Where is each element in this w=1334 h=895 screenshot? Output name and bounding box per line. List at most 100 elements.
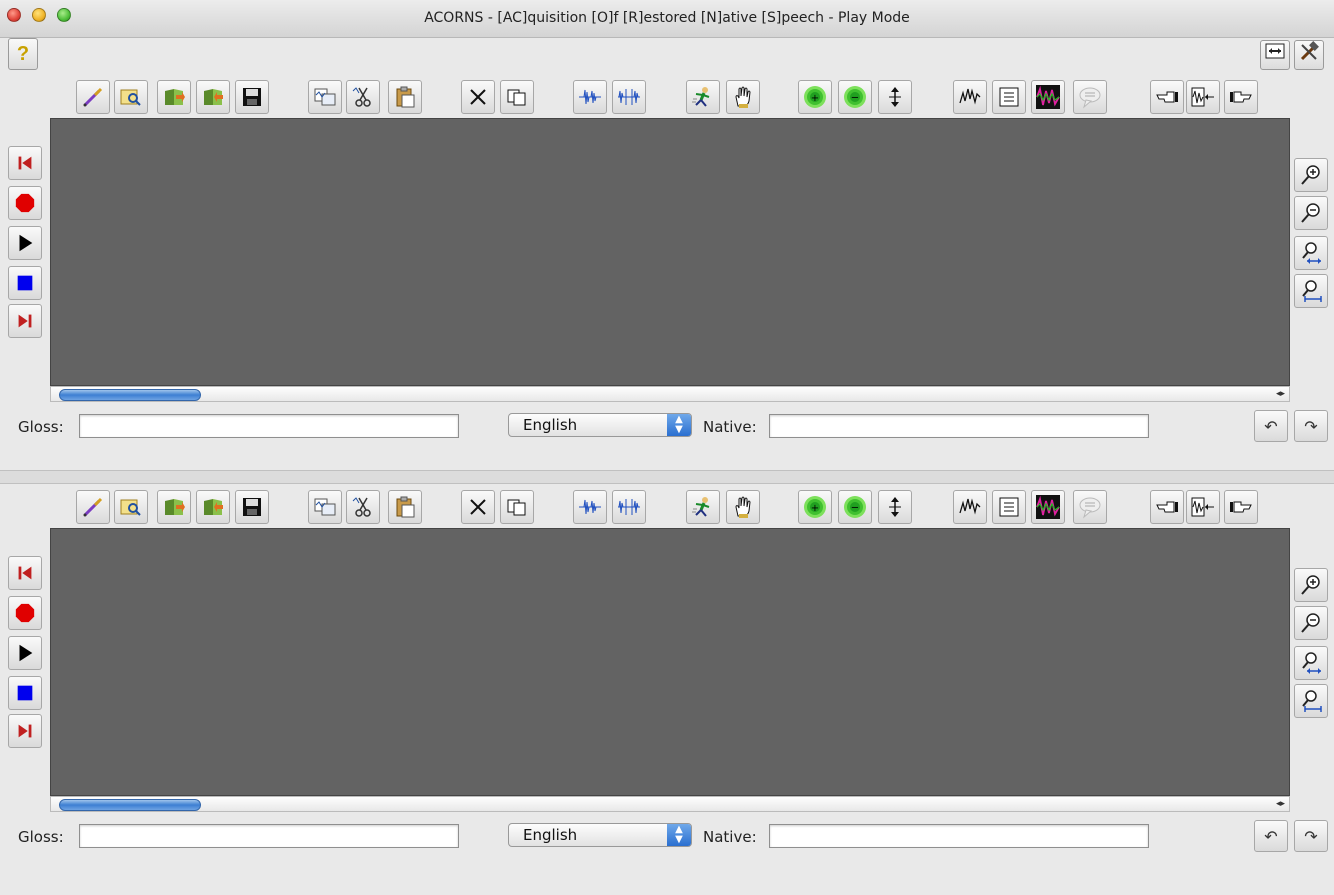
hand-button[interactable] <box>726 80 760 114</box>
cut-audio-button[interactable] <box>346 80 380 114</box>
point-right-button[interactable] <box>1224 80 1258 114</box>
language-select[interactable]: English ▲ ▼ <box>508 413 692 437</box>
point-left-button[interactable] <box>1150 80 1184 114</box>
run-button[interactable] <box>686 490 720 524</box>
gloss-input[interactable] <box>79 414 459 438</box>
zoom-horizontal-button[interactable] <box>1294 236 1328 270</box>
point-right-icon <box>1229 495 1253 519</box>
horizontal-scrollbar[interactable]: ◂▸ <box>50 386 1290 402</box>
import-button[interactable] <box>157 490 191 524</box>
annotation-button[interactable] <box>992 80 1026 114</box>
stop-button[interactable] <box>8 676 42 710</box>
cut-audio-button[interactable] <box>346 490 380 524</box>
tools-button[interactable] <box>1294 40 1324 70</box>
go-end-button[interactable] <box>8 714 42 748</box>
paste-audio-button[interactable] <box>388 80 422 114</box>
speech-bubble-button[interactable] <box>1073 80 1107 114</box>
attenuate-icon: − <box>843 495 867 519</box>
speech-bubble-button[interactable] <box>1073 490 1107 524</box>
go-start-button[interactable] <box>8 556 42 590</box>
gloss-input[interactable] <box>79 824 459 848</box>
point-right-button[interactable] <box>1224 490 1258 524</box>
title-bar: ACORNS - [AC]quisition [O]f [R]estored [… <box>0 0 1334 38</box>
redo-button[interactable]: ↷ <box>1294 410 1328 442</box>
fit-width-button[interactable] <box>1260 40 1290 70</box>
zoom-in-button[interactable] <box>1294 568 1328 602</box>
spectrum-button[interactable] <box>1031 80 1065 114</box>
record-button[interactable] <box>8 596 42 630</box>
zoom-out-button[interactable] <box>1294 196 1328 230</box>
compress-wave-button[interactable] <box>573 80 607 114</box>
waveform-display[interactable] <box>50 118 1290 386</box>
scrollbar-thumb[interactable] <box>59 389 201 401</box>
panel-divider[interactable] <box>0 470 1334 484</box>
find-button[interactable] <box>114 490 148 524</box>
record-button[interactable] <box>8 186 42 220</box>
run-button[interactable] <box>686 80 720 114</box>
clear-button[interactable] <box>76 490 110 524</box>
pitch-button[interactable] <box>953 490 987 524</box>
delete-icon <box>466 495 490 519</box>
stop-icon <box>14 682 36 704</box>
compress-wave-button[interactable] <box>573 490 607 524</box>
help-button[interactable]: ? <box>8 38 38 70</box>
native-input[interactable] <box>769 824 1149 848</box>
zoom-fit-button[interactable] <box>1294 274 1328 308</box>
attenuate-button[interactable]: − <box>838 80 872 114</box>
paste-audio-button[interactable] <box>388 490 422 524</box>
scroll-arrows[interactable]: ◂▸ <box>1276 389 1285 399</box>
attenuate-button[interactable]: − <box>838 490 872 524</box>
spectrum-icon <box>1036 495 1060 519</box>
normalize-button[interactable] <box>878 80 912 114</box>
wave-marker-button[interactable] <box>1186 490 1220 524</box>
normalize-button[interactable] <box>878 490 912 524</box>
wave-marker-button[interactable] <box>1186 80 1220 114</box>
copy-button[interactable] <box>500 490 534 524</box>
scroll-arrows[interactable]: ◂▸ <box>1276 799 1285 809</box>
play-button[interactable] <box>8 636 42 670</box>
redo-button[interactable]: ↷ <box>1294 820 1328 852</box>
expand-wave-button[interactable] <box>612 80 646 114</box>
expand-wave-button[interactable] <box>612 490 646 524</box>
language-select[interactable]: English ▲ ▼ <box>508 823 692 847</box>
spectrum-button[interactable] <box>1031 490 1065 524</box>
find-button[interactable] <box>114 80 148 114</box>
scrollbar-thumb[interactable] <box>59 799 201 811</box>
convert-button[interactable] <box>308 80 342 114</box>
zoom-fit-button[interactable] <box>1294 684 1328 718</box>
delete-button[interactable] <box>461 80 495 114</box>
waveform-display[interactable] <box>50 528 1290 796</box>
save-button[interactable] <box>235 80 269 114</box>
zoom-out-button[interactable] <box>1294 606 1328 640</box>
undo-button[interactable]: ↶ <box>1254 820 1288 852</box>
find-icon <box>119 85 143 109</box>
zoom-horizontal-button[interactable] <box>1294 646 1328 680</box>
clear-button[interactable] <box>76 80 110 114</box>
copy-button[interactable] <box>500 80 534 114</box>
amplify-button[interactable]: + <box>798 80 832 114</box>
native-input[interactable] <box>769 414 1149 438</box>
annotation-button[interactable] <box>992 490 1026 524</box>
export-button[interactable] <box>196 80 230 114</box>
annotation-icon <box>997 495 1021 519</box>
go-end-button[interactable] <box>8 304 42 338</box>
export-button[interactable] <box>196 490 230 524</box>
convert-button[interactable] <box>308 490 342 524</box>
zoom-in-button[interactable] <box>1294 158 1328 192</box>
hand-button[interactable] <box>726 490 760 524</box>
expand-wave-icon <box>617 495 641 519</box>
stop-button[interactable] <box>8 266 42 300</box>
delete-button[interactable] <box>461 490 495 524</box>
play-button[interactable] <box>8 226 42 260</box>
point-left-button[interactable] <box>1150 490 1184 524</box>
amplify-button[interactable]: + <box>798 490 832 524</box>
pitch-button[interactable] <box>953 80 987 114</box>
horizontal-scrollbar[interactable]: ◂▸ <box>50 796 1290 812</box>
record-icon <box>14 602 36 624</box>
zoom-horizontal-icon <box>1299 241 1323 265</box>
select-arrows-icon: ▲ ▼ <box>667 824 691 846</box>
import-button[interactable] <box>157 80 191 114</box>
go-start-button[interactable] <box>8 146 42 180</box>
undo-button[interactable]: ↶ <box>1254 410 1288 442</box>
save-button[interactable] <box>235 490 269 524</box>
